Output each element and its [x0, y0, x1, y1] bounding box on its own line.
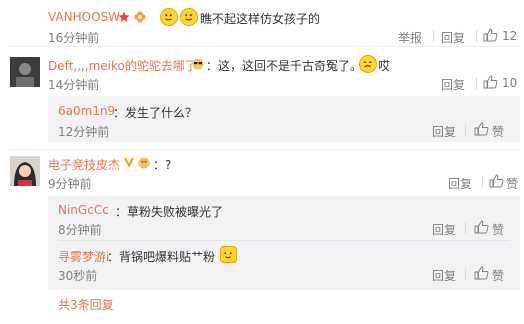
divider [58, 240, 510, 241]
comment-text: ：这，这回不是千古奇冤了。 [206, 59, 363, 73]
comment-text-suffix: 哎 [378, 59, 391, 73]
reply-time: 12分钟前 [58, 125, 110, 139]
reply-button[interactable]: 回复 [432, 123, 456, 140]
divider [433, 30, 434, 42]
like-button[interactable]: 赞 [492, 221, 504, 238]
report-button[interactable]: 举报 [398, 29, 422, 46]
comment-username[interactable]: VANHOOSW [48, 10, 120, 24]
heart-eyes-badge-icon [138, 157, 150, 169]
flower-badge-icon [134, 11, 146, 23]
reply-button[interactable]: 回复 [432, 221, 456, 238]
avatar[interactable] [10, 156, 40, 186]
divider [482, 176, 483, 188]
divider [476, 30, 477, 42]
comment-time: 16分钟前 [48, 31, 100, 45]
thumbs-up-icon[interactable] [489, 174, 504, 188]
comment-time: 9分钟前 [48, 177, 92, 191]
sunglasses-badge-icon [192, 58, 204, 70]
like-count: 12 [502, 29, 518, 43]
like-count: 10 [502, 76, 518, 90]
emoji-icon [220, 246, 237, 263]
divider [465, 124, 466, 136]
emoji-icon [359, 55, 377, 73]
comment-time: 14分钟前 [48, 78, 100, 92]
avatar[interactable] [10, 57, 40, 87]
divider [10, 46, 520, 47]
thumbs-up-icon[interactable] [483, 28, 498, 42]
reply-text: ：草粉失败被曝光了 [115, 205, 224, 219]
reply-username[interactable]: 6a0m1n9 [58, 104, 115, 118]
thumbs-up-icon[interactable] [474, 220, 489, 234]
like-button[interactable]: 赞 [492, 123, 504, 140]
reply-text: ：发生了什么？ [113, 106, 198, 120]
v-badge-icon [124, 158, 134, 168]
divider [10, 149, 520, 150]
thumbs-up-icon[interactable] [474, 122, 489, 136]
more-replies-link[interactable]: 共3条回复 [58, 296, 114, 313]
comment-text: ：? [153, 158, 172, 172]
comment-text: 瞧不起这样仿女孩子的 [200, 12, 321, 26]
emoji-icon [180, 8, 198, 26]
reply-username[interactable]: 寻雾梦游i [58, 248, 109, 265]
star-badge-icon [118, 11, 130, 22]
reply-button[interactable]: 回复 [441, 29, 465, 46]
reply-time: 8分钟前 [58, 223, 102, 237]
thumbs-up-icon[interactable] [483, 75, 498, 89]
reply-text: ：背锅吧爆料贴艹粉 [107, 250, 216, 264]
thumbs-up-icon[interactable] [474, 266, 489, 280]
divider [476, 77, 477, 89]
like-button[interactable]: 赞 [506, 175, 518, 192]
emoji-icon [160, 8, 178, 26]
divider [465, 222, 466, 234]
reply-time: 30秒前 [58, 269, 98, 283]
reply-button[interactable]: 回复 [441, 76, 465, 93]
reply-button[interactable]: 回复 [448, 175, 472, 192]
reply-button[interactable]: 回复 [432, 267, 456, 284]
reply-username[interactable]: NinGcCc [58, 203, 109, 217]
comment-username[interactable]: Deft,,,,meiko的驼驼去哪了 [48, 57, 197, 74]
divider [465, 268, 466, 280]
like-button[interactable]: 赞 [492, 267, 504, 284]
comment-username[interactable]: 电子竞技皮杰 [48, 156, 120, 173]
